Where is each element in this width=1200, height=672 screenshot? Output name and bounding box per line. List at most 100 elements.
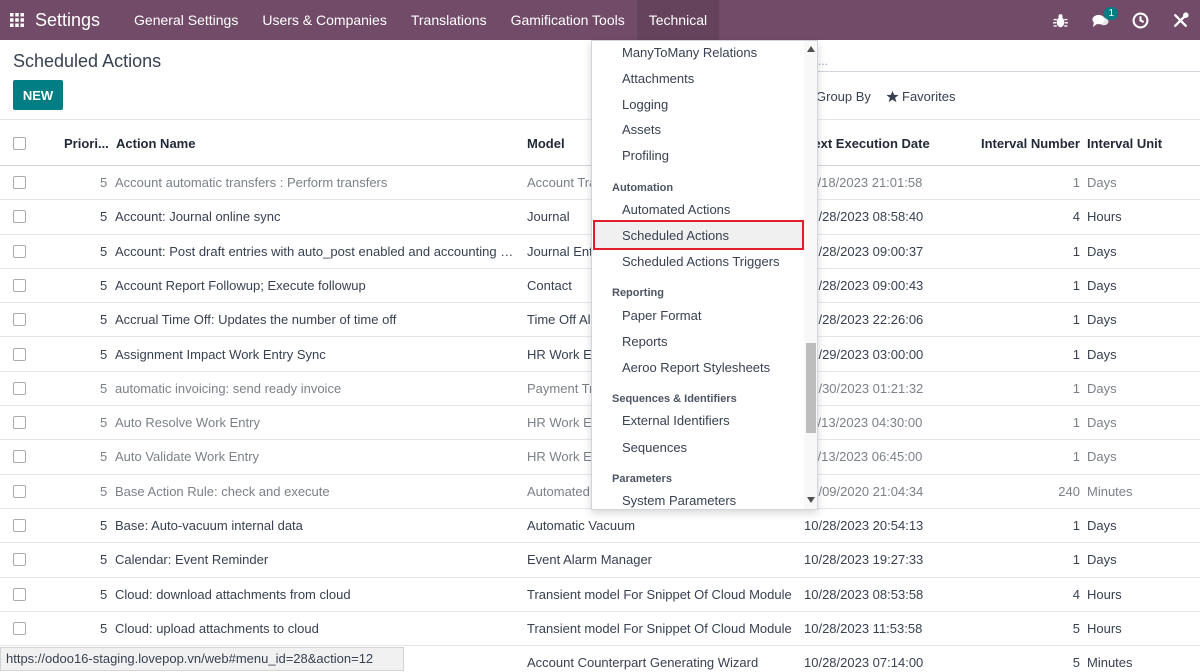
dropdown-item-manytomany-relations[interactable]: ManyToMany Relations xyxy=(622,45,757,60)
app-brand[interactable]: Settings xyxy=(35,10,100,31)
search-input[interactable] xyxy=(804,71,1200,72)
group-by-button[interactable]: Group By xyxy=(816,89,871,104)
dropdown-item-logging[interactable]: Logging xyxy=(622,97,668,112)
dropdown-item-attachments[interactable]: Attachments xyxy=(622,71,694,86)
row-checkbox[interactable] xyxy=(13,210,26,224)
cell-next-execution-date: 10/29/2023 03:00:00 xyxy=(804,346,924,362)
cell-priority: 5 xyxy=(100,175,108,190)
dropdown-item-scheduled-actions-triggers[interactable]: Scheduled Actions Triggers xyxy=(622,254,780,269)
menu-users-companies[interactable]: Users & Companies xyxy=(250,0,399,40)
star-icon xyxy=(886,90,899,103)
scroll-down-arrow-icon[interactable] xyxy=(807,496,815,504)
row-checkbox[interactable] xyxy=(13,416,26,430)
row-checkbox[interactable] xyxy=(13,519,26,532)
messages-icon[interactable]: 1 xyxy=(1080,0,1120,40)
cell-interval-number: 1 xyxy=(1072,243,1080,259)
row-checkbox[interactable] xyxy=(13,347,26,361)
tools-icon[interactable] xyxy=(1160,0,1200,40)
dropdown-item-scheduled-actions[interactable]: Scheduled Actions xyxy=(622,228,729,243)
cell-interval-unit: Days xyxy=(1087,415,1117,431)
table-row[interactable]: 5 Calendar: Event Reminder Event Alarm Man… xyxy=(0,543,1200,578)
menu-general-settings[interactable]: General Settings xyxy=(122,0,250,40)
dropdown-item-paper-format[interactable]: Paper Format xyxy=(622,308,701,323)
cell-interval-unit: Days xyxy=(1087,175,1117,190)
cell-action-name: Cloud: download attachments from cloud xyxy=(115,586,351,602)
bug-icon[interactable] xyxy=(1040,0,1080,40)
cell-action-name: Auto Resolve Work Entry xyxy=(115,415,260,431)
apps-grid-icon[interactable] xyxy=(2,0,32,40)
row-checkbox[interactable] xyxy=(13,587,26,601)
dropdown-section-parameters: Parameters xyxy=(612,473,672,485)
cell-priority: 5 xyxy=(100,380,108,396)
cell-priority: 5 xyxy=(100,243,108,259)
cell-next-execution-date: 12/09/2020 21:04:34 xyxy=(804,483,924,499)
dropdown-item-system-parameters[interactable]: System Parameters xyxy=(622,493,736,508)
page-title: Scheduled Actions xyxy=(13,51,162,71)
cell-next-execution-date: 10/28/2023 11:53:58 xyxy=(804,620,923,636)
dropdown-item-sequences[interactable]: Sequences xyxy=(622,440,687,455)
row-checkbox[interactable] xyxy=(13,621,26,635)
scroll-up-arrow-icon[interactable] xyxy=(807,45,815,53)
technical-dropdown-menu: ManyToMany Relations Attachments Logging As… xyxy=(591,40,818,510)
cell-priority: 5 xyxy=(100,518,108,533)
col-priority[interactable]: Priori... xyxy=(64,136,109,151)
dropdown-item-automated-actions[interactable]: Automated Actions xyxy=(622,202,730,217)
col-model[interactable]: Model xyxy=(527,136,565,151)
cell-interval-unit: Days xyxy=(1087,518,1117,533)
cell-interval-number: 4 xyxy=(1072,209,1080,225)
dropdown-section-automation: Automation xyxy=(612,182,674,194)
table-row[interactable]: 5 Cloud: upload attachments to cloud Trans… xyxy=(0,612,1200,647)
table-row[interactable]: 5 Cloud: download attachments from cloud T… xyxy=(0,578,1200,612)
col-interval-number[interactable]: Interval Number xyxy=(981,136,1080,151)
cell-next-execution-date: 10/28/2023 09:00:37 xyxy=(804,243,924,259)
row-checkbox[interactable] xyxy=(13,278,26,292)
cell-interval-number: 1 xyxy=(1072,277,1080,293)
cell-interval-unit: Days xyxy=(1087,380,1117,396)
clock-icon[interactable] xyxy=(1120,0,1160,40)
select-all-checkbox[interactable] xyxy=(13,137,26,150)
cell-next-execution-date: 10/28/2023 19:27:33 xyxy=(804,552,924,568)
cell-interval-unit: Days xyxy=(1087,346,1117,362)
cell-interval-number: 1 xyxy=(1072,518,1080,533)
row-checkbox[interactable] xyxy=(13,484,26,498)
menu-gamification-tools[interactable]: Gamification Tools xyxy=(499,0,637,40)
dropdown-item-assets[interactable]: Assets xyxy=(622,122,661,137)
dropdown-section-sequences-identifiers: Sequences & Identifiers xyxy=(612,393,737,405)
dropdown-scrollbar[interactable] xyxy=(804,41,817,509)
cell-interval-unit: Days xyxy=(1087,552,1117,568)
row-checkbox[interactable] xyxy=(13,176,26,189)
messages-badge: 1 xyxy=(1104,7,1118,20)
cell-model: Automatic Vacuum xyxy=(527,518,636,533)
cell-priority: 5 xyxy=(100,209,108,225)
dropdown-item-profiling[interactable]: Profiling xyxy=(622,148,669,163)
new-button[interactable]: NEW xyxy=(13,80,63,110)
dropdown-section-reporting: Reporting xyxy=(612,287,664,299)
row-checkbox[interactable] xyxy=(13,450,26,464)
table-row[interactable]: 5 Base: Auto-vacuum internal data Automati… xyxy=(0,509,1200,544)
row-checkbox[interactable] xyxy=(13,244,26,258)
cell-interval-unit: Hours xyxy=(1087,209,1122,225)
scrollbar-thumb[interactable] xyxy=(806,343,816,433)
menu-technical[interactable]: Technical xyxy=(636,0,720,40)
col-action-name[interactable]: Action Name xyxy=(116,136,195,151)
cell-interval-number: 1 xyxy=(1072,552,1080,568)
cell-interval-number: 240 xyxy=(1058,483,1080,499)
cell-model: Transient model For Snippet Of Cloud Mod… xyxy=(527,620,792,636)
row-checkbox[interactable] xyxy=(13,313,26,327)
col-next-execution-date[interactable]: Next Execution Date xyxy=(804,136,930,151)
row-checkbox[interactable] xyxy=(13,553,26,567)
cell-model: Transient model For Snippet Of Cloud Mod… xyxy=(527,586,792,602)
cell-model: Account Counterpart Generating Wizard xyxy=(527,655,759,671)
cell-next-execution-date: 10/28/2023 20:54:13 xyxy=(804,518,924,533)
row-checkbox[interactable] xyxy=(13,381,26,395)
cell-next-execution-date: 11/18/2023 21:01:58 xyxy=(804,175,923,190)
dropdown-item-aeroo-report-stylesheets[interactable]: Aeroo Report Stylesheets xyxy=(622,360,770,375)
favorites-button[interactable]: Favorites xyxy=(886,89,955,104)
menu-translations[interactable]: Translations xyxy=(399,0,499,40)
cell-interval-unit: Minutes xyxy=(1087,655,1133,671)
dropdown-item-reports[interactable]: Reports xyxy=(622,334,668,349)
dropdown-item-external-identifiers[interactable]: External Identifiers xyxy=(622,413,730,428)
col-interval-unit[interactable]: Interval Unit xyxy=(1087,136,1162,151)
cell-action-name: Base: Auto-vacuum internal data xyxy=(115,518,303,533)
cell-next-execution-date: 10/28/2023 09:00:43 xyxy=(804,277,924,293)
